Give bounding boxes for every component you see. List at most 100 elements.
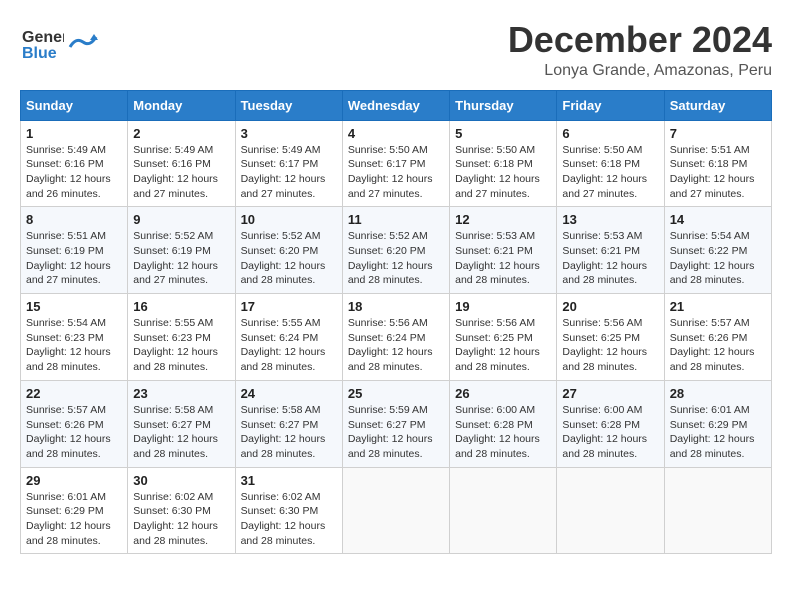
calendar-cell: 16 Sunrise: 5:55 AM Sunset: 6:23 PM Dayli… (128, 294, 235, 381)
day-info: Sunrise: 5:55 AM Sunset: 6:23 PM Dayligh… (133, 316, 229, 375)
calendar-cell: 26Sunrise: 6:00 AM Sunset: 6:28 PM Dayli… (450, 380, 557, 467)
day-number: 6 (562, 126, 658, 141)
day-info: Sunrise: 5:58 AM Sunset: 6:27 PM Dayligh… (133, 403, 229, 462)
calendar-week-2: 8 Sunrise: 5:51 AM Sunset: 6:19 PM Daylig… (21, 207, 772, 294)
day-info: Sunrise: 5:51 AM Sunset: 6:18 PM Dayligh… (670, 143, 766, 202)
calendar-cell: 19Sunrise: 5:56 AM Sunset: 6:25 PM Dayli… (450, 294, 557, 381)
day-info: Sunrise: 5:49 AM Sunset: 6:16 PM Dayligh… (133, 143, 229, 202)
calendar-cell: 9 Sunrise: 5:52 AM Sunset: 6:19 PM Daylig… (128, 207, 235, 294)
day-number: 14 (670, 212, 766, 227)
day-info: Sunrise: 5:54 AM Sunset: 6:23 PM Dayligh… (26, 316, 122, 375)
day-info: Sunrise: 5:54 AM Sunset: 6:22 PM Dayligh… (670, 229, 766, 288)
day-info: Sunrise: 5:50 AM Sunset: 6:18 PM Dayligh… (562, 143, 658, 202)
calendar-week-4: 22 Sunrise: 5:57 AM Sunset: 6:26 PM Dayli… (21, 380, 772, 467)
calendar-cell (342, 467, 449, 554)
day-number: 16 (133, 299, 229, 314)
calendar-cell: 1Sunrise: 5:49 AM Sunset: 6:16 PM Daylig… (21, 120, 128, 207)
day-number: 20 (562, 299, 658, 314)
calendar-cell: 12Sunrise: 5:53 AM Sunset: 6:21 PM Dayli… (450, 207, 557, 294)
day-number: 29 (26, 473, 122, 488)
day-number: 4 (348, 126, 444, 141)
column-header-saturday: Saturday (664, 90, 771, 120)
day-info: Sunrise: 5:50 AM Sunset: 6:17 PM Dayligh… (348, 143, 444, 202)
calendar-cell: 6 Sunrise: 5:50 AM Sunset: 6:18 PM Daylig… (557, 120, 664, 207)
day-info: Sunrise: 6:00 AM Sunset: 6:28 PM Dayligh… (562, 403, 658, 462)
day-of-week-header: SundayMondayTuesdayWednesdayThursdayFrid… (21, 90, 772, 120)
day-number: 26 (455, 386, 551, 401)
day-number: 21 (670, 299, 766, 314)
day-info: Sunrise: 5:52 AM Sunset: 6:20 PM Dayligh… (241, 229, 337, 288)
calendar-cell: 14 Sunrise: 5:54 AM Sunset: 6:22 PM Dayli… (664, 207, 771, 294)
day-info: Sunrise: 5:50 AM Sunset: 6:18 PM Dayligh… (455, 143, 551, 202)
day-number: 19 (455, 299, 551, 314)
day-number: 11 (348, 212, 444, 227)
day-info: Sunrise: 5:52 AM Sunset: 6:19 PM Dayligh… (133, 229, 229, 288)
logo-wave-icon (68, 32, 98, 52)
day-info: Sunrise: 5:58 AM Sunset: 6:27 PM Dayligh… (241, 403, 337, 462)
day-info: Sunrise: 5:49 AM Sunset: 6:17 PM Dayligh… (241, 143, 337, 202)
day-number: 7 (670, 126, 766, 141)
calendar-cell: 10Sunrise: 5:52 AM Sunset: 6:20 PM Dayli… (235, 207, 342, 294)
calendar-cell: 3 Sunrise: 5:49 AM Sunset: 6:17 PM Daylig… (235, 120, 342, 207)
column-header-friday: Friday (557, 90, 664, 120)
day-number: 2 (133, 126, 229, 141)
calendar-cell: 22 Sunrise: 5:57 AM Sunset: 6:26 PM Dayli… (21, 380, 128, 467)
day-info: Sunrise: 5:57 AM Sunset: 6:26 PM Dayligh… (670, 316, 766, 375)
calendar-cell: 13 Sunrise: 5:53 AM Sunset: 6:21 PM Dayli… (557, 207, 664, 294)
day-number: 24 (241, 386, 337, 401)
day-info: Sunrise: 5:51 AM Sunset: 6:19 PM Dayligh… (26, 229, 122, 288)
day-number: 3 (241, 126, 337, 141)
logo-icon: General Blue (20, 20, 64, 64)
column-header-thursday: Thursday (450, 90, 557, 120)
calendar-cell: 20Sunrise: 5:56 AM Sunset: 6:25 PM Dayli… (557, 294, 664, 381)
calendar-cell: 23 Sunrise: 5:58 AM Sunset: 6:27 PM Dayli… (128, 380, 235, 467)
day-number: 28 (670, 386, 766, 401)
svg-text:Blue: Blue (22, 45, 57, 62)
calendar-cell: 21 Sunrise: 5:57 AM Sunset: 6:26 PM Dayli… (664, 294, 771, 381)
day-number: 15 (26, 299, 122, 314)
day-number: 18 (348, 299, 444, 314)
calendar-cell: 17Sunrise: 5:55 AM Sunset: 6:24 PM Dayli… (235, 294, 342, 381)
title-area: December 2024 Lonya Grande, Amazonas, Pe… (508, 20, 772, 80)
calendar-cell (450, 467, 557, 554)
calendar-cell: 4 Sunrise: 5:50 AM Sunset: 6:17 PM Daylig… (342, 120, 449, 207)
day-number: 31 (241, 473, 337, 488)
calendar-cell: 29Sunrise: 6:01 AM Sunset: 6:29 PM Dayli… (21, 467, 128, 554)
day-info: Sunrise: 6:02 AM Sunset: 6:30 PM Dayligh… (133, 490, 229, 549)
svg-text:General: General (22, 29, 64, 46)
calendar-week-3: 15 Sunrise: 5:54 AM Sunset: 6:23 PM Dayli… (21, 294, 772, 381)
page-title: December 2024 (508, 20, 772, 60)
calendar-cell: 25 Sunrise: 5:59 AM Sunset: 6:27 PM Dayli… (342, 380, 449, 467)
day-number: 27 (562, 386, 658, 401)
day-number: 1 (26, 126, 122, 141)
calendar-cell: 8 Sunrise: 5:51 AM Sunset: 6:19 PM Daylig… (21, 207, 128, 294)
calendar-cell: 11Sunrise: 5:52 AM Sunset: 6:20 PM Dayli… (342, 207, 449, 294)
day-number: 8 (26, 212, 122, 227)
calendar-cell: 2 Sunrise: 5:49 AM Sunset: 6:16 PM Daylig… (128, 120, 235, 207)
day-info: Sunrise: 5:53 AM Sunset: 6:21 PM Dayligh… (562, 229, 658, 288)
day-number: 17 (241, 299, 337, 314)
day-number: 30 (133, 473, 229, 488)
day-info: Sunrise: 5:56 AM Sunset: 6:24 PM Dayligh… (348, 316, 444, 375)
day-number: 22 (26, 386, 122, 401)
day-number: 25 (348, 386, 444, 401)
calendar-week-1: 1 Sunrise: 5:49 AM Sunset: 6:16 PM Daylig… (21, 120, 772, 207)
column-header-sunday: Sunday (21, 90, 128, 120)
day-number: 9 (133, 212, 229, 227)
day-number: 23 (133, 386, 229, 401)
column-header-wednesday: Wednesday (342, 90, 449, 120)
day-info: Sunrise: 5:53 AM Sunset: 6:21 PM Dayligh… (455, 229, 551, 288)
calendar-cell: 30 Sunrise: 6:02 AM Sunset: 6:30 PM Dayli… (128, 467, 235, 554)
day-info: Sunrise: 5:57 AM Sunset: 6:26 PM Dayligh… (26, 403, 122, 462)
calendar-cell: 27 Sunrise: 6:00 AM Sunset: 6:28 PM Dayli… (557, 380, 664, 467)
calendar-cell (664, 467, 771, 554)
day-info: Sunrise: 6:01 AM Sunset: 6:29 PM Dayligh… (670, 403, 766, 462)
day-number: 13 (562, 212, 658, 227)
calendar-cell: 18 Sunrise: 5:56 AM Sunset: 6:24 PM Dayli… (342, 294, 449, 381)
day-info: Sunrise: 5:59 AM Sunset: 6:27 PM Dayligh… (348, 403, 444, 462)
calendar-table: SundayMondayTuesdayWednesdayThursdayFrid… (20, 90, 772, 555)
calendar-body: 1 Sunrise: 5:49 AM Sunset: 6:16 PM Daylig… (21, 120, 772, 554)
calendar-cell: 15 Sunrise: 5:54 AM Sunset: 6:23 PM Dayli… (21, 294, 128, 381)
page-header: General Blue December 2024 Lonya Grande,… (20, 20, 772, 80)
logo: General Blue (20, 20, 98, 64)
